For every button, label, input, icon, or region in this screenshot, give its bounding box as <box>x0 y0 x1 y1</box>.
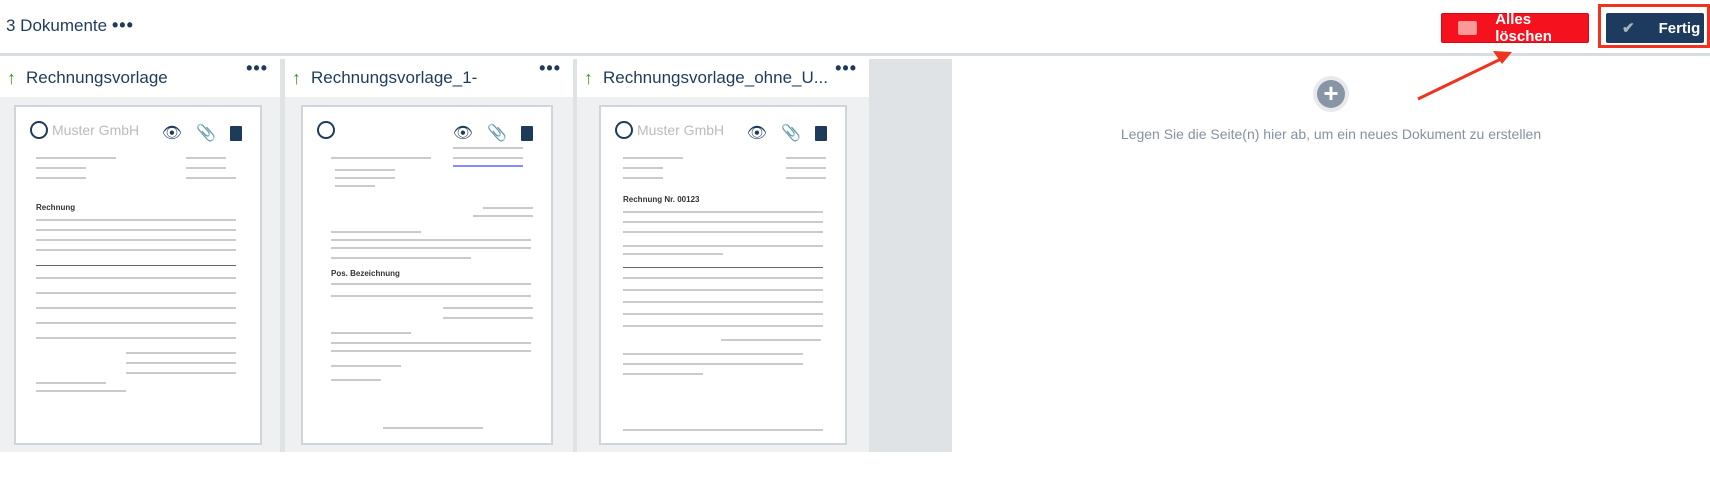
logo-icon <box>615 121 633 139</box>
page-heading: Rechnung Nr. 00123 <box>623 195 700 204</box>
page-heading: Rechnung <box>36 203 76 212</box>
document-name[interactable]: Rechnungsvorlage <box>26 68 168 88</box>
eye-icon[interactable]: 👁 <box>162 123 182 143</box>
document-card[interactable]: ↑ Rechnungsvorlage_ohne_U... ••• Muster G… <box>577 59 869 452</box>
paperclip-icon[interactable]: 📎 <box>196 123 216 143</box>
page-thumbnail[interactable]: Muster GmbH 👁 📎 Rechnung <box>14 105 262 445</box>
trash-icon[interactable] <box>815 125 827 141</box>
arrow-up-icon: ↑ <box>7 67 16 88</box>
new-document-dropzone[interactable]: + Legen Sie die Seite(n) hier ab, um ein… <box>952 80 1710 143</box>
page-heading: Pos. Bezeichnung <box>331 269 400 278</box>
document-card[interactable]: ↑ Rechnungsvorlage_1- ••• 👁 📎 Pos. Bezeich… <box>285 59 573 452</box>
logo-icon <box>317 121 335 139</box>
paperclip-icon[interactable]: 📎 <box>781 123 801 143</box>
more-options-icon[interactable]: ••• <box>539 59 561 77</box>
paperclip-icon[interactable]: 📎 <box>487 123 507 143</box>
eye-icon[interactable]: 👁 <box>747 123 767 143</box>
logo-text: Muster GmbH <box>52 122 140 138</box>
arrow-up-icon: ↑ <box>584 67 593 88</box>
document-columns: ↑ Rechnungsvorlage ••• Muster GmbH 👁 📎 Rec… <box>0 59 952 452</box>
trash-icon[interactable] <box>521 125 533 141</box>
document-card[interactable]: ↑ Rechnungsvorlage ••• Muster GmbH 👁 📎 Rec… <box>0 59 280 452</box>
eye-icon[interactable]: 👁 <box>453 123 473 143</box>
more-options-icon[interactable]: ••• <box>835 59 857 77</box>
arrow-up-icon: ↑ <box>292 67 301 88</box>
document-name[interactable]: Rechnungsvorlage_1- <box>311 68 477 88</box>
plus-icon[interactable]: + <box>1317 80 1345 108</box>
more-options-icon[interactable]: ••• <box>246 59 268 77</box>
dropzone-text: Legen Sie die Seite(n) hier ab, um ein n… <box>1120 126 1542 142</box>
page-thumbnail[interactable]: 👁 📎 Pos. Bezeichnung <box>301 105 553 445</box>
logo-text: Muster GmbH <box>637 122 725 138</box>
logo-icon <box>30 121 48 139</box>
trash-icon[interactable] <box>230 125 242 141</box>
page-thumbnail[interactable]: Muster GmbH 👁 📎 Rechnung Nr. 00123 <box>599 105 847 445</box>
document-name[interactable]: Rechnungsvorlage_ohne_U... <box>603 68 828 88</box>
